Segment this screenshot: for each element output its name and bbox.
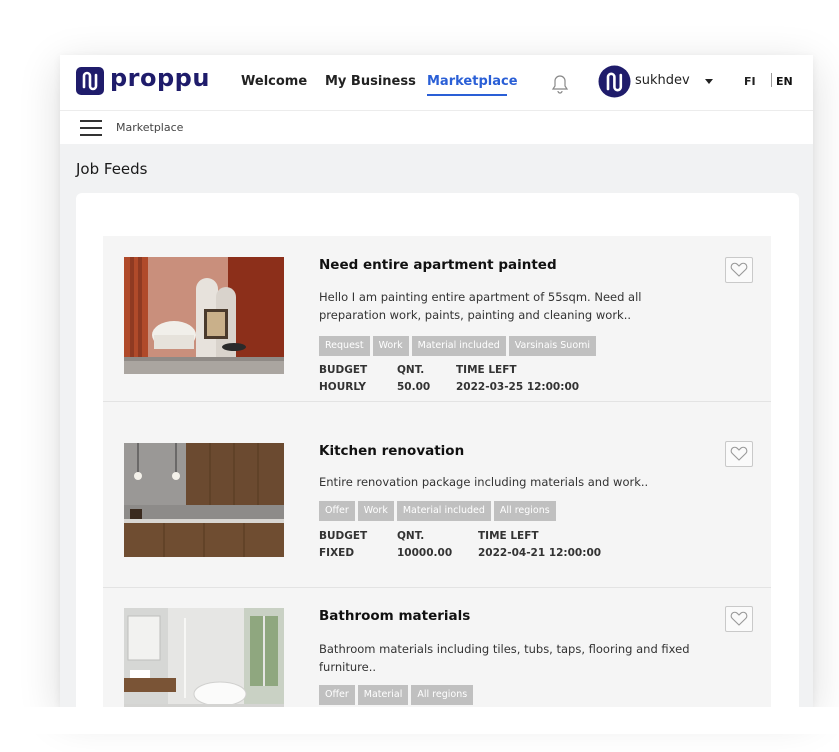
job-title[interactable]: Kitchen renovation bbox=[319, 443, 464, 459]
chevron-down-icon[interactable] bbox=[705, 79, 713, 84]
job-feed-list: Need entire apartment painted Hello I am… bbox=[103, 236, 771, 718]
tag-list: Request Work Material included Varsinais… bbox=[319, 336, 597, 356]
nav-welcome[interactable]: Welcome bbox=[241, 74, 307, 89]
job-description: Entire renovation package including mate… bbox=[319, 475, 649, 489]
tag: Work bbox=[372, 336, 409, 356]
lang-en[interactable]: EN bbox=[776, 75, 793, 88]
time-left-label: TIME LEFT bbox=[478, 530, 539, 542]
budget-label: BUDGET bbox=[319, 364, 368, 376]
tag: Work bbox=[357, 501, 394, 521]
active-nav-indicator bbox=[427, 94, 507, 96]
qnt-label: QNT. bbox=[397, 530, 425, 542]
lang-fi[interactable]: FI bbox=[744, 75, 756, 88]
user-name[interactable]: sukhdev bbox=[635, 73, 690, 88]
bell-icon[interactable] bbox=[549, 71, 571, 95]
job-meta: BUDGET QNT. TIME LEFT HOURLY 50.00 2022-… bbox=[319, 362, 619, 396]
top-nav: proppu Welcome My Business Marketplace s… bbox=[60, 55, 813, 111]
job-description: Bathroom materials including tiles, tubs… bbox=[319, 642, 690, 674]
favorite-button[interactable] bbox=[725, 257, 753, 283]
time-left-value: 2022-03-25 12:00:00 bbox=[456, 381, 580, 393]
heart-icon bbox=[730, 611, 748, 626]
heart-icon bbox=[730, 446, 748, 461]
favorite-button[interactable] bbox=[725, 441, 753, 467]
tag: Material included bbox=[396, 501, 491, 521]
job-meta: BUDGET QNT. TIME LEFT FIXED 10000.00 202… bbox=[319, 528, 639, 562]
page-title: Job Feeds bbox=[76, 160, 148, 178]
tag: All regions bbox=[411, 685, 474, 705]
tag: Material bbox=[357, 685, 409, 705]
tag: All regions bbox=[493, 501, 556, 521]
job-image-bathroom[interactable] bbox=[124, 608, 284, 718]
lang-divider bbox=[771, 73, 772, 87]
tag-list: Offer Work Material included All regions bbox=[319, 501, 556, 521]
tag-list: Offer Material All regions bbox=[319, 685, 474, 705]
job-title[interactable]: Need entire apartment painted bbox=[319, 257, 557, 273]
job-description: Hello I am painting entire apartment of … bbox=[319, 290, 642, 322]
breadcrumb-bar: Marketplace bbox=[60, 111, 813, 144]
nav-my-business[interactable]: My Business bbox=[325, 74, 416, 89]
favorite-button[interactable] bbox=[725, 606, 753, 632]
menu-icon[interactable] bbox=[80, 120, 102, 136]
job-card[interactable]: Need entire apartment painted Hello I am… bbox=[103, 236, 771, 402]
qnt-value: 50.00 bbox=[397, 381, 431, 393]
avatar[interactable] bbox=[598, 65, 631, 98]
nav-marketplace[interactable]: Marketplace bbox=[427, 74, 518, 89]
time-left-label: TIME LEFT bbox=[456, 364, 517, 376]
job-image-kitchen[interactable] bbox=[124, 443, 284, 557]
budget-value: HOURLY bbox=[319, 381, 366, 393]
budget-value: FIXED bbox=[319, 547, 355, 559]
proppu-logo-icon[interactable] bbox=[76, 67, 104, 95]
budget-label: BUDGET bbox=[319, 530, 368, 542]
tag: Varsinais Suomi bbox=[508, 336, 597, 356]
tag: Offer bbox=[319, 501, 355, 521]
qnt-value: 10000.00 bbox=[397, 547, 453, 559]
tag: Material included bbox=[411, 336, 506, 356]
tag: Offer bbox=[319, 685, 355, 705]
heart-icon bbox=[730, 262, 748, 277]
job-image-living-room[interactable] bbox=[124, 257, 284, 374]
qnt-label: QNT. bbox=[397, 364, 425, 376]
tag: Request bbox=[319, 336, 370, 356]
job-title[interactable]: Bathroom materials bbox=[319, 608, 470, 624]
time-left-value: 2022-04-21 12:00:00 bbox=[478, 547, 602, 559]
breadcrumb[interactable]: Marketplace bbox=[116, 121, 183, 134]
page-bottom-mask bbox=[0, 707, 839, 734]
brand-name[interactable]: proppu bbox=[110, 64, 210, 92]
job-card[interactable]: Kitchen renovation Entire renovation pac… bbox=[103, 422, 771, 588]
